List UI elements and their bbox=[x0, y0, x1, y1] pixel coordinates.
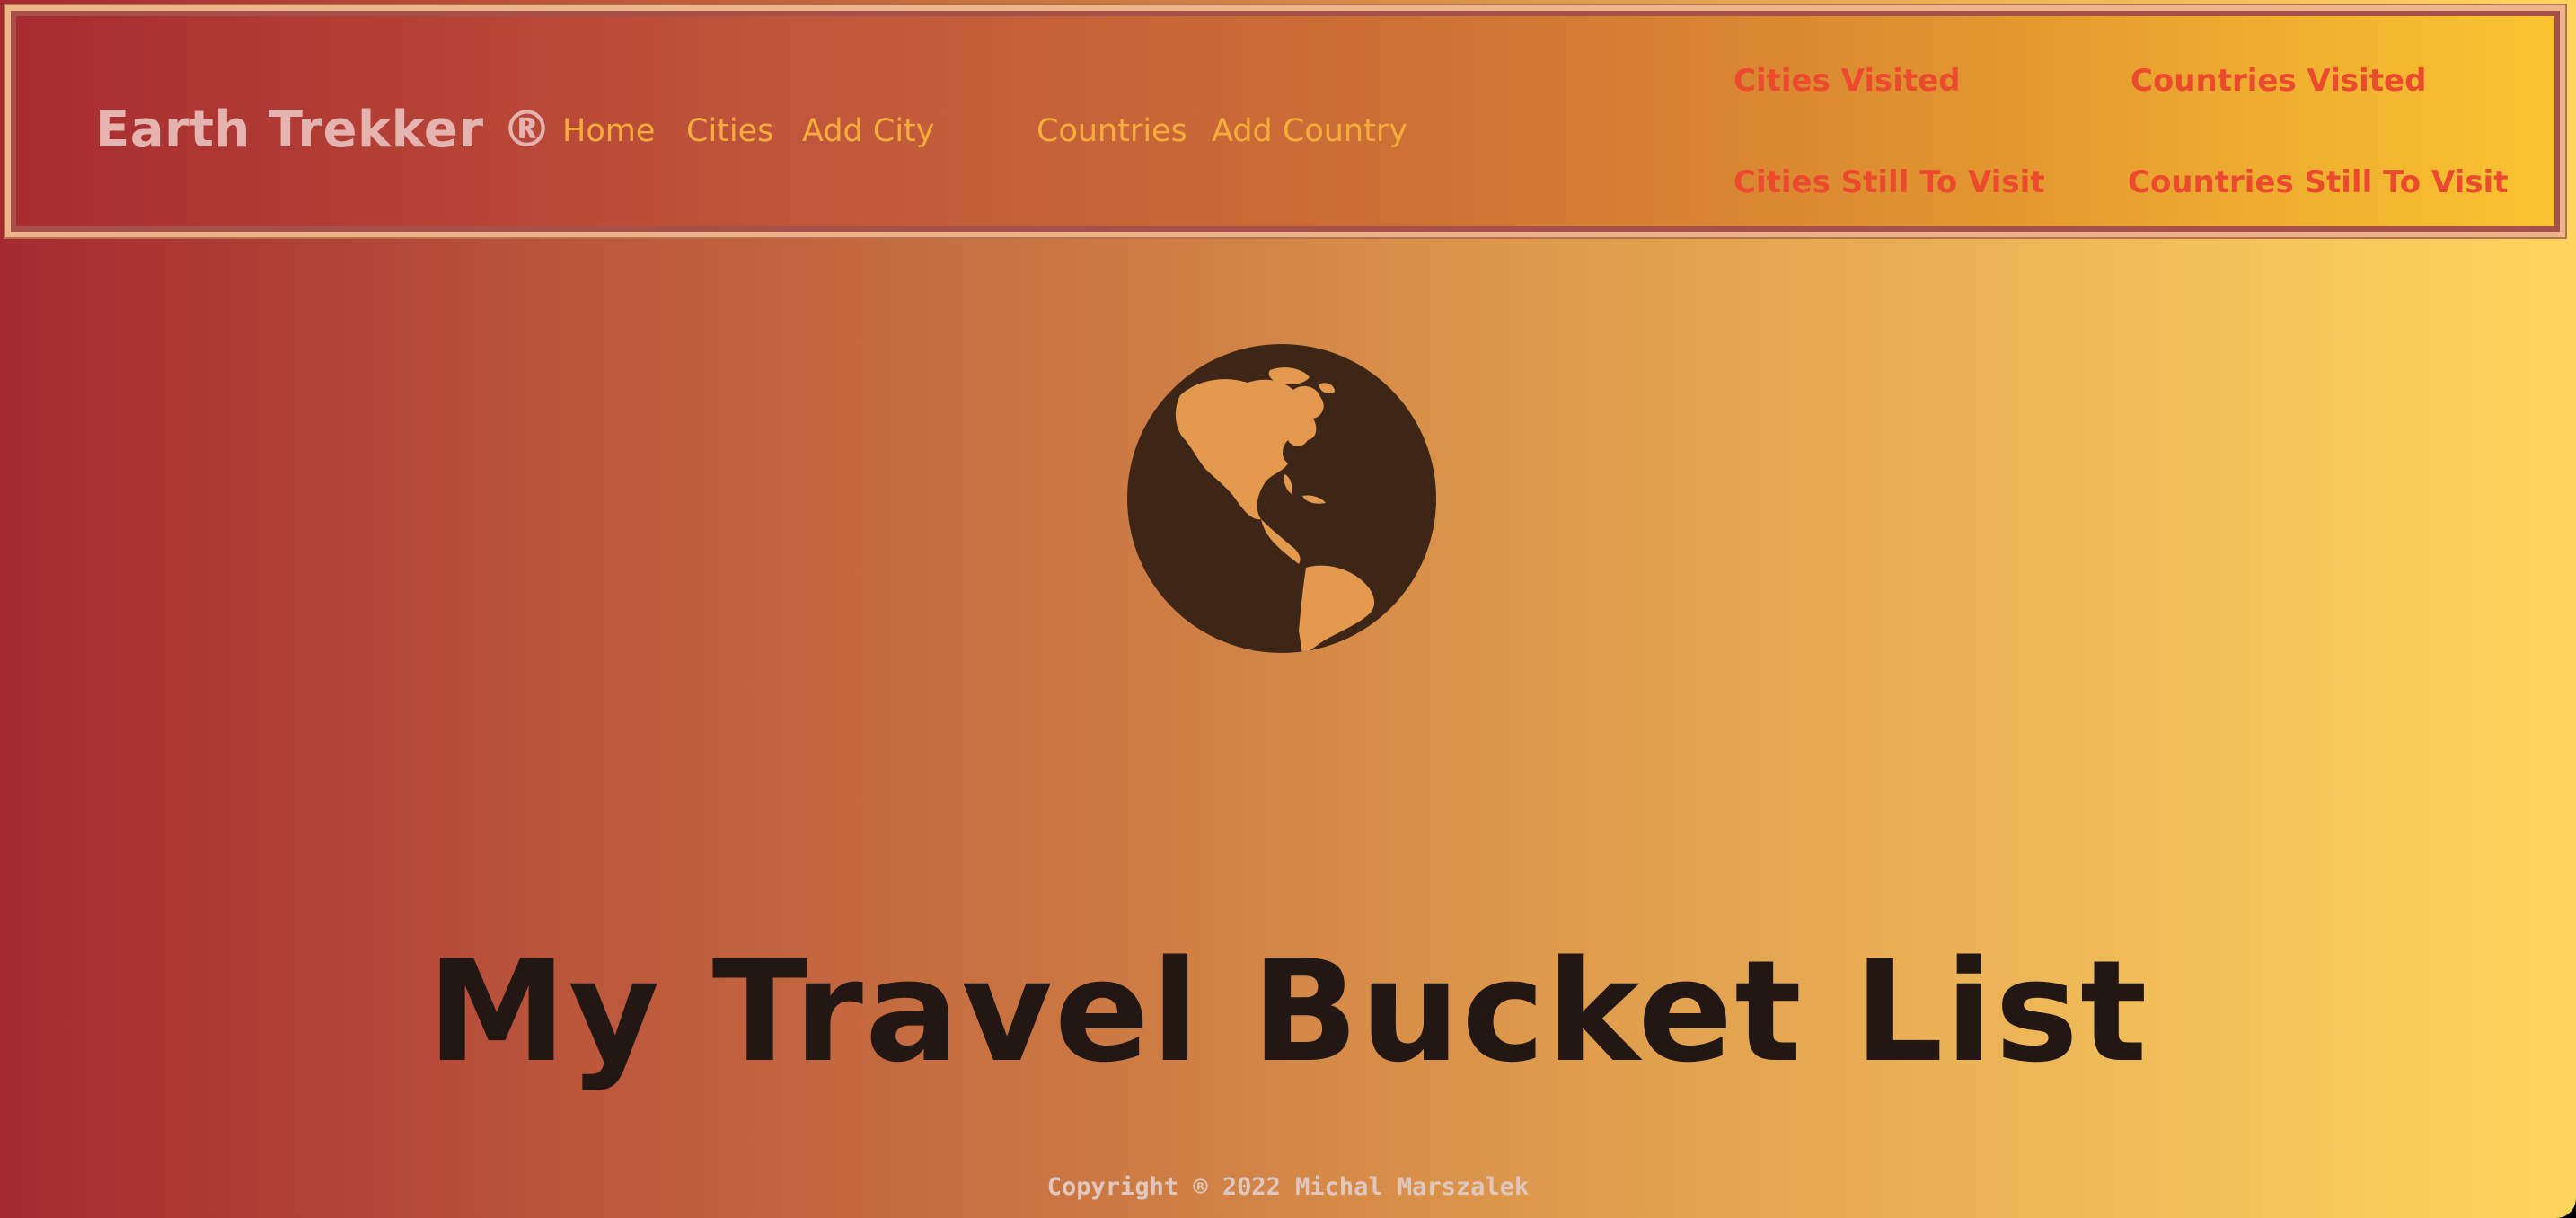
nav-link-add-city[interactable]: Add City bbox=[802, 113, 935, 149]
page-title: My Travel Bucket List bbox=[427, 929, 2149, 1093]
page: Earth Trekker ® Home Cities Add City Cou… bbox=[0, 0, 2576, 1218]
navbar: Earth Trekker ® Home Cities Add City Cou… bbox=[5, 5, 2565, 237]
cities-still-to-visit-link[interactable]: Cities Still To Visit bbox=[1734, 164, 2045, 200]
countries-visited-link[interactable]: Countries Visited bbox=[2130, 63, 2426, 99]
nav-link-countries[interactable]: Countries bbox=[1037, 113, 1187, 149]
countries-still-to-visit-link[interactable]: Countries Still To Visit bbox=[2128, 164, 2508, 200]
nav-link-home[interactable]: Home bbox=[562, 113, 655, 149]
globe-americas-icon bbox=[1127, 344, 1436, 653]
nav-link-add-country[interactable]: Add Country bbox=[1212, 113, 1407, 149]
nav-link-cities[interactable]: Cities bbox=[686, 113, 773, 149]
cities-visited-link[interactable]: Cities Visited bbox=[1734, 63, 1961, 99]
brand-logo[interactable]: Earth Trekker ® bbox=[95, 101, 552, 159]
copyright-footer: Copyright ® 2022 Michal Marszalek bbox=[1046, 1173, 1530, 1201]
